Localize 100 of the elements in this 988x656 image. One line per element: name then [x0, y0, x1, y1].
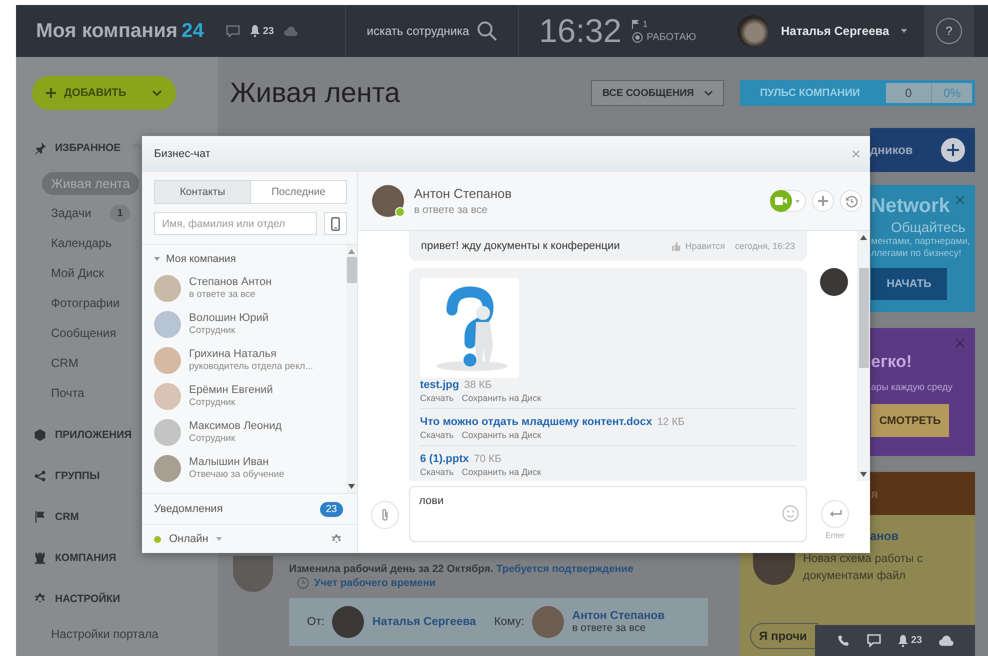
file-action-link[interactable]: Скачать [420, 393, 454, 403]
file-link[interactable]: Что можно отдать младшему контент.docx [420, 416, 652, 428]
contact-item[interactable]: Максимов Леонид Сотрудник [154, 414, 346, 450]
arrow-up-icon[interactable] [860, 235, 867, 240]
sidebar-section[interactable]: ГРУППЫ [55, 470, 100, 482]
status-dropdown[interactable]: Онлайн [169, 533, 208, 545]
sidebar-item[interactable]: Сообщения [42, 322, 126, 344]
caret-icon[interactable] [901, 29, 908, 33]
pulse-bar[interactable]: ПУЛЬС КОМПАНИИ 0 0% [740, 80, 975, 106]
read-button[interactable]: Я прочи [750, 623, 818, 649]
recipient-link[interactable]: Антон Степанов [572, 610, 665, 622]
plus-icon[interactable] [941, 138, 965, 162]
settings-icon[interactable] [330, 532, 343, 546]
file-action-link[interactable]: Скачать [420, 467, 454, 477]
history-button[interactable] [840, 190, 862, 212]
help-button[interactable]: ? [936, 18, 962, 44]
promo-button[interactable]: СМОТРЕТЬ [871, 404, 949, 437]
question-figure-drawing[interactable] [420, 278, 519, 378]
video-call-button[interactable] [770, 190, 806, 212]
scrollbar[interactable] [346, 245, 357, 493]
like-link[interactable]: Нравится [685, 241, 725, 251]
caret-icon[interactable] [154, 256, 160, 262]
phone-icon [331, 216, 340, 230]
author-link[interactable]: анов [870, 529, 899, 543]
sidebar-section[interactable]: CRM [55, 510, 79, 522]
company-suffix: 24 [182, 20, 204, 42]
message-time: сегодня, 16:23 [734, 241, 795, 251]
promo-text: Общайтесь [891, 218, 966, 236]
search-field[interactable]: Имя, фамилия или отдел [154, 212, 317, 235]
contact-item[interactable]: Малышин Иван Отвечаю за обучение [154, 450, 346, 486]
file-action-link[interactable]: Сохранить на Диск [462, 430, 542, 440]
sidebar-item[interactable]: CRM [42, 352, 88, 374]
file-size: 12 КБ [657, 416, 685, 428]
invite-banner[interactable]: дников [870, 128, 975, 172]
send-button[interactable] [821, 500, 849, 528]
bell-icon[interactable] [250, 25, 260, 37]
sidebar-section[interactable]: ИЗБРАННОЕ [55, 142, 121, 154]
sidebar-item[interactable]: Живая лента [42, 172, 139, 194]
notifications-link[interactable]: Уведомления [154, 503, 223, 515]
message-input[interactable]: лови [409, 486, 807, 542]
file-action-link[interactable]: Скачать [420, 430, 454, 440]
file-action-link[interactable]: Сохранить на Диск [462, 467, 542, 477]
phone-icon[interactable] [837, 634, 850, 647]
contact-item[interactable]: Ерёмин Евгений Сотрудник [154, 378, 346, 414]
company-name[interactable]: Моя компания [36, 20, 178, 42]
arrow-down-icon[interactable] [348, 484, 355, 489]
avatar [332, 606, 364, 638]
confirm-link[interactable]: Требуется подтверждение [496, 563, 634, 575]
sidebar-section[interactable]: ПРИЛОЖЕНИЯ [55, 428, 132, 440]
flag-icon [33, 510, 47, 524]
close-icon[interactable] [955, 195, 965, 205]
scrollbar[interactable] [857, 231, 870, 481]
tower-icon [33, 550, 47, 564]
category-link[interactable]: Учет рабочего времени [314, 577, 436, 589]
contact-item[interactable]: Волошин Юрий Сотрудник [154, 306, 346, 342]
sidebar-item[interactable]: Мой Диск [42, 262, 113, 284]
chat-icon[interactable] [226, 25, 240, 37]
work-status[interactable]: РАБОТАЮ [646, 32, 696, 43]
sidebar-item[interactable]: Почта [42, 382, 94, 404]
close-icon[interactable] [852, 150, 860, 158]
caret-icon[interactable] [216, 537, 222, 541]
contact-item[interactable]: Грихина Наталья руководитель отдела рекл... [154, 342, 346, 378]
file-link[interactable]: 6 (1).pptx [420, 453, 469, 465]
sidebar-section[interactable]: КОМПАНИЯ [55, 552, 116, 564]
filter-dropdown[interactable]: ВСЕ СООБЩЕНИЯ [591, 80, 724, 106]
mobile-button[interactable] [324, 212, 347, 235]
sidebar-item[interactable]: Фотографии [42, 292, 129, 314]
record-icon[interactable] [632, 32, 643, 43]
cloud-icon[interactable] [939, 635, 954, 646]
sender-link[interactable]: Наталья Сергеева [372, 616, 476, 628]
smiley-icon[interactable] [782, 505, 799, 522]
tab[interactable]: Контакты [155, 181, 251, 203]
to-label: Кому: [494, 616, 524, 628]
close-icon[interactable] [955, 338, 965, 348]
tab[interactable]: Последние [251, 181, 346, 203]
scroll-thumb[interactable] [346, 257, 356, 283]
file-action-link[interactable]: Сохранить на Диск [462, 393, 542, 403]
add-user-button[interactable] [812, 190, 834, 212]
share-icon [33, 468, 47, 482]
avatar[interactable] [372, 185, 404, 217]
scroll-thumb[interactable] [858, 268, 868, 368]
sidebar-item[interactable]: Календарь [42, 232, 121, 254]
promo-button[interactable]: НАЧАТЬ [871, 268, 947, 300]
attach-button[interactable] [371, 501, 399, 529]
gear-icon[interactable] [130, 142, 142, 153]
file-link[interactable]: test.jpg [420, 379, 460, 391]
sidebar-item[interactable]: Настройки портала [42, 623, 168, 645]
chat-icon[interactable] [867, 634, 881, 647]
contact-item[interactable]: Степанов Антон в ответе за все [154, 270, 346, 306]
search-employee-link[interactable]: искать сотрудника [366, 24, 470, 38]
user-name[interactable]: Наталья Сергеева [781, 24, 890, 38]
thumb-up-icon[interactable] [672, 242, 682, 250]
sidebar-section[interactable]: НАСТРОЙКИ [55, 592, 120, 604]
search-icon[interactable] [477, 21, 498, 41]
bell-icon[interactable] [898, 634, 908, 646]
sidebar-item[interactable]: Задачи [42, 202, 100, 224]
arrow-down-icon[interactable] [860, 472, 867, 477]
user-avatar[interactable] [737, 15, 769, 47]
add-button[interactable]: ДОБАВИТЬ [32, 76, 176, 110]
group-label[interactable]: Моя компания [166, 253, 236, 265]
